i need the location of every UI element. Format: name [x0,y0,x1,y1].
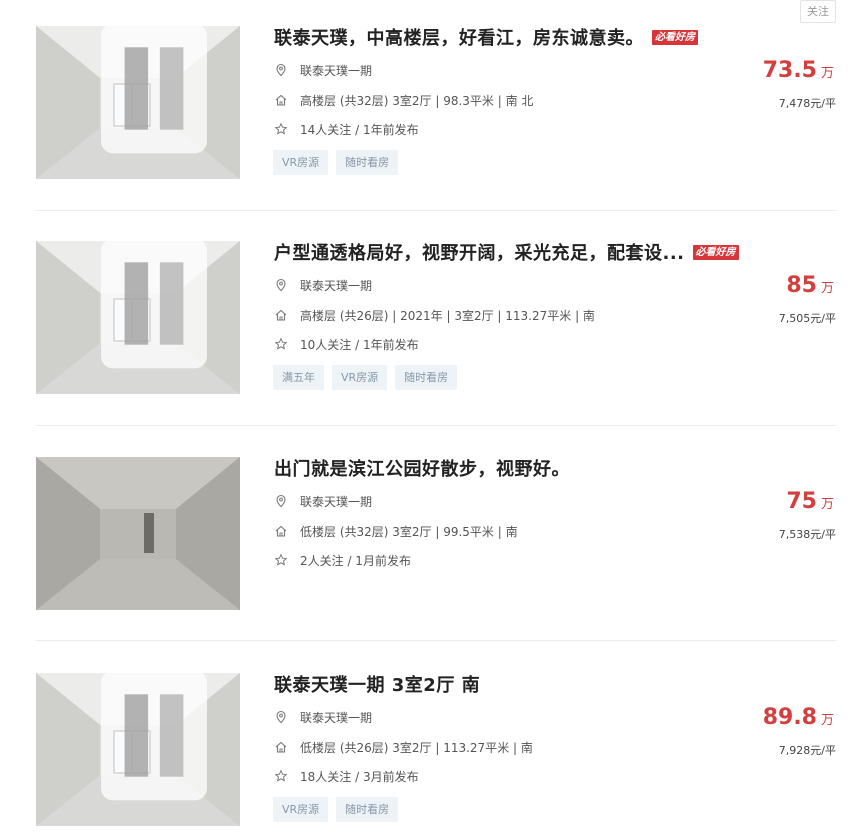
listing-tag: 随时看房 [336,150,399,175]
house-info-line: 低楼层 (共32层) 3室2厅 | 99.5平米 | 南 [274,523,518,539]
star-icon [274,553,288,566]
must-see-badge: 必看好房 [692,244,739,260]
community-name[interactable]: 联泰天璞一期 [300,62,372,79]
listing-tag: VR房源 [273,150,329,175]
star-icon [274,122,288,135]
tag-list: VR房源 随时看房 [273,150,399,175]
listing-title[interactable]: 出门就是滨江公园好散步，视野好。 [274,455,570,481]
vr-icon [101,241,207,369]
star-icon [274,769,288,782]
follow-info-line: 2人关注 / 1月前发布 [274,552,411,568]
listing-title-row: 联泰天璞一期 3室2厅 南 [274,671,480,697]
listing-card[interactable]: 出门就是滨江公园好散步，视野好。 联泰天璞一期 低楼层 (共32层) 3室2厅 … [36,457,836,617]
price-value: 85 [786,273,817,298]
community-name[interactable]: 联泰天璞一期 [300,493,372,510]
listing-title[interactable]: 户型通透格局好，视野开阔，采光充足，配套设... [274,239,685,265]
listing-divider [36,640,836,641]
total-price: 85 万 [786,273,834,298]
listing-card[interactable]: 联泰天璞，中高楼层，好看江，房东诚意卖。 必看好房 联泰天璞一期 高楼层 (共3… [36,26,836,186]
listing-photo[interactable] [36,457,240,610]
listing-photo[interactable] [36,673,240,826]
listing-photo[interactable] [36,241,240,394]
community-name[interactable]: 联泰天璞一期 [300,709,372,726]
follow-info: 14人关注 / 1年前发布 [300,122,419,137]
price-value: 73.5 [762,58,817,83]
follow-info: 10人关注 / 1年前发布 [300,337,419,352]
listing-title-row: 出门就是滨江公园好散步，视野好。 [274,455,570,481]
house-info: 高楼层 (共32层) 3室2厅 | 98.3平米 | 南 北 [300,93,534,108]
total-price: 75 万 [786,489,834,514]
price-unit: 万 [820,497,834,512]
follow-info-line: 10人关注 / 1年前发布 [274,336,419,352]
follow-info-line: 18人关注 / 3月前发布 [274,768,419,784]
house-info-line: 高楼层 (共32层) 3室2厅 | 98.3平米 | 南 北 [274,92,533,108]
community-line: 联泰天璞一期 [274,277,372,293]
location-pin-icon [276,278,286,292]
location-pin-icon [276,710,286,724]
house-info-line: 高楼层 (共26层) | 2021年 | 3室2厅 | 113.27平米 | 南 [274,307,595,323]
follow-button[interactable]: 关注 [800,0,836,23]
listing-title[interactable]: 联泰天璞，中高楼层，好看江，房东诚意卖。 [274,24,644,50]
price-unit: 万 [820,281,834,296]
price-value: 75 [786,489,817,514]
location-pin-icon [276,494,286,508]
listing-card[interactable]: 户型通透格局好，视野开阔，采光充足，配套设... 必看好房 联泰天璞一期 高楼层… [36,241,836,401]
follow-info: 18人关注 / 3月前发布 [300,769,419,784]
house-icon [275,525,287,537]
follow-info: 2人关注 / 1月前发布 [300,553,411,568]
listing-tag: 满五年 [273,365,324,390]
listing-card[interactable]: 联泰天璞一期 3室2厅 南 联泰天璞一期 低楼层 (共26层) 3室2厅 | 1… [36,673,836,833]
price-value: 89.8 [762,705,817,730]
must-see-badge: 必看好房 [652,29,698,45]
listing-title-row: 户型通透格局好，视野开阔，采光充足，配套设... 必看好房 [274,239,739,265]
house-info-line: 低楼层 (共26层) 3室2厅 | 113.27平米 | 南 [274,739,533,755]
price-unit: 万 [820,713,834,728]
house-icon [275,741,287,753]
location-pin-icon [276,63,286,77]
tag-list: VR房源 随时看房 [273,797,399,822]
listing-tag: VR房源 [332,365,388,390]
listing-title[interactable]: 联泰天璞一期 3室2厅 南 [274,671,480,697]
price-unit: 万 [820,66,834,81]
unit-price: 7,928元/平 [778,744,836,757]
listing-title-row: 联泰天璞，中高楼层，好看江，房东诚意卖。 必看好房 [274,24,698,50]
listing-divider [36,425,836,426]
house-icon [275,94,287,106]
vr-icon [101,673,207,801]
community-line: 联泰天璞一期 [274,709,372,725]
total-price: 73.5 万 [763,58,834,83]
unit-price: 7,538元/平 [778,528,836,541]
house-info: 低楼层 (共26层) 3室2厅 | 113.27平米 | 南 [300,740,533,755]
follow-info-line: 14人关注 / 1年前发布 [274,121,419,137]
house-info: 高楼层 (共26层) | 2021年 | 3室2厅 | 113.27平米 | 南 [300,308,595,323]
community-name[interactable]: 联泰天璞一期 [300,277,372,294]
listing-photo[interactable] [36,26,240,179]
community-line: 联泰天璞一期 [274,62,372,78]
house-icon [275,309,287,321]
listing-divider [36,210,836,211]
vr-icon [101,26,207,154]
listing-tag: 随时看房 [336,797,399,822]
unit-price: 7,505元/平 [778,312,836,325]
community-line: 联泰天璞一期 [274,493,372,509]
house-info: 低楼层 (共32层) 3室2厅 | 99.5平米 | 南 [300,524,518,539]
unit-price: 7,478元/平 [778,97,836,110]
star-icon [274,337,288,350]
listing-tag: VR房源 [273,797,329,822]
total-price: 89.8 万 [763,705,834,730]
listing-tag: 随时看房 [395,365,458,390]
tag-list: 满五年 VR房源 随时看房 [273,365,458,390]
